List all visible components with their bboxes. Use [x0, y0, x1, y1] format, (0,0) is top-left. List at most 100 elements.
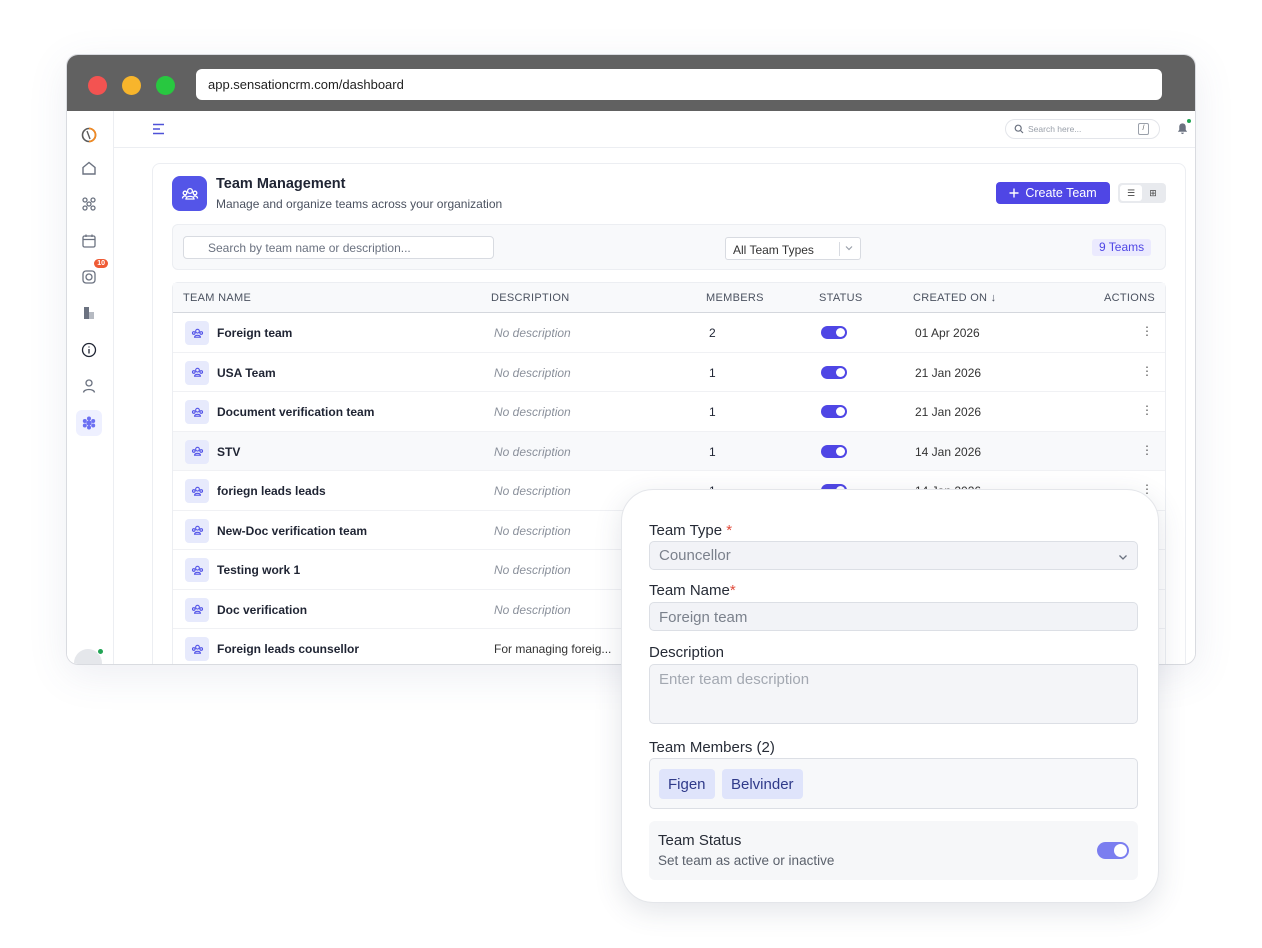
team-name-cell[interactable]: foriegn leads leads	[217, 484, 326, 498]
grid-view-icon[interactable]: ⊞	[1142, 185, 1164, 201]
required-mark: *	[729, 582, 736, 599]
header-created-on[interactable]: CREATED ON ↓	[913, 292, 996, 304]
team-icon	[185, 637, 209, 661]
team-search-input[interactable]: Search by team name or description...	[183, 236, 494, 259]
documents-icon[interactable]	[76, 300, 102, 326]
create-team-button[interactable]: Create Team	[996, 182, 1110, 204]
team-name-cell[interactable]: Document verification team	[217, 405, 374, 419]
close-window-button[interactable]	[88, 76, 107, 95]
status-toggle[interactable]	[821, 326, 847, 339]
team-name-cell[interactable]: New-Doc verification team	[217, 524, 367, 538]
team-status-subtitle: Set team as active or inactive	[658, 853, 835, 868]
team-edit-panel: Team Type * Councellor Team Name* Foreig…	[621, 489, 1159, 903]
global-search-input[interactable]: Search here... /	[1005, 119, 1160, 139]
team-name-cell[interactable]: Testing work 1	[217, 563, 300, 577]
members-cell: 2	[709, 326, 716, 340]
team-type-label-text: Team Type	[649, 522, 723, 539]
members-cell: 1	[709, 444, 716, 459]
status-toggle[interactable]	[821, 444, 847, 458]
team-type-selected: All Team Types	[733, 243, 814, 257]
sort-arrow-icon: ↓	[990, 292, 997, 304]
team-members-field[interactable]: Figen Belvinder	[649, 758, 1138, 809]
required-mark: *	[726, 522, 733, 539]
member-chip[interactable]: Figen	[659, 769, 715, 799]
member-chip[interactable]: Belvinder	[722, 769, 803, 799]
row-actions-icon[interactable]: ⋮	[1141, 443, 1153, 457]
search-icon	[1014, 124, 1024, 134]
filter-bar: Search by team name or description... Al…	[172, 224, 1166, 270]
table-header: TEAM NAME DESCRIPTION MEMBERS STATUS CRE…	[173, 283, 1165, 313]
team-icon	[185, 360, 209, 385]
bell-unread-dot	[1187, 119, 1191, 123]
avatar[interactable]: JD	[74, 648, 104, 665]
info-icon[interactable]	[76, 337, 102, 363]
page-title: Team Management	[216, 176, 346, 192]
team-type-label: Team Type *	[649, 522, 732, 539]
table-row[interactable]: Foreign team No description 2 01 Apr 2026 ⋮	[173, 313, 1165, 353]
header-team-name[interactable]: TEAM NAME	[183, 292, 251, 304]
team-name-cell[interactable]: STV	[217, 445, 240, 459]
team-icon	[185, 597, 209, 622]
status-toggle[interactable]	[821, 405, 847, 418]
team-name-field[interactable]: Foreign team	[649, 602, 1138, 631]
row-actions-icon[interactable]: ⋮	[1141, 324, 1153, 338]
team-icon	[185, 321, 209, 345]
team-name-label-text: Team Name	[649, 582, 730, 599]
team-status-toggle[interactable]	[1097, 842, 1129, 859]
row-actions-icon[interactable]: ⋮	[1141, 364, 1153, 378]
description-cell: No description	[494, 365, 571, 380]
description-cell: No description	[494, 563, 571, 577]
select-divider	[839, 242, 840, 256]
row-actions-icon[interactable]: ⋮	[1141, 403, 1153, 417]
description-cell: No description	[494, 326, 571, 340]
menu-toggle-icon[interactable]	[152, 122, 166, 136]
calendar-icon[interactable]	[76, 228, 102, 254]
maximize-window-button[interactable]	[156, 76, 175, 95]
description-cell: No description	[494, 523, 571, 538]
address-bar[interactable]: app.sensationcrm.com/dashboard	[196, 69, 1162, 100]
team-count-badge: 9 Teams	[1092, 239, 1152, 256]
browser-chrome: app.sensationcrm.com/dashboard	[67, 55, 1195, 111]
table-row[interactable]: USA Team No description 1 21 Jan 2026 ⋮	[173, 353, 1165, 392]
team-status-title: Team Status	[658, 832, 742, 849]
team-icon	[185, 400, 209, 424]
list-view-icon[interactable]: ☰	[1120, 185, 1142, 201]
chevron-down-icon	[1119, 555, 1127, 560]
avatar-initials: JD	[82, 664, 95, 665]
members-cell: 1	[709, 405, 716, 419]
team-type-select[interactable]: All Team Types	[725, 237, 861, 260]
description-field[interactable]: Enter team description	[649, 664, 1138, 724]
description-cell: No description	[494, 405, 571, 419]
team-status-section: Team Status Set team as active or inacti…	[649, 821, 1138, 880]
search-shortcut-key: /	[1138, 123, 1149, 135]
description-cell: No description	[494, 484, 571, 498]
status-toggle[interactable]	[821, 365, 847, 379]
chevron-down-icon	[845, 246, 853, 251]
team-management-icon	[172, 176, 207, 211]
bell-icon[interactable]	[1176, 122, 1189, 135]
table-row[interactable]: STV No description 1 14 Jan 2026 ⋮	[173, 431, 1165, 471]
team-name-cell[interactable]: USA Team	[217, 366, 276, 380]
team-name-cell[interactable]: Doc verification	[217, 603, 307, 617]
notifications-app-icon[interactable]: 10	[76, 259, 108, 290]
table-row[interactable]: Document verification team No description…	[173, 392, 1165, 432]
team-members-label: Team Members (2)	[649, 739, 775, 756]
topbar: Search here... /	[114, 111, 1195, 148]
team-icon	[185, 479, 209, 503]
created-on-cell: 14 Jan 2026	[915, 444, 982, 459]
home-icon[interactable]	[76, 155, 102, 181]
network-icon[interactable]	[76, 191, 102, 217]
team-type-value: Councellor	[659, 547, 731, 564]
members-cell: 1	[709, 365, 716, 380]
minimize-window-button[interactable]	[122, 76, 141, 95]
team-name-cell[interactable]: Foreign team	[217, 326, 292, 340]
description-label: Description	[649, 644, 725, 661]
team-name-cell[interactable]: Foreign leads counsellor	[217, 642, 359, 656]
user-icon[interactable]	[76, 373, 102, 399]
teams-settings-icon[interactable]	[76, 410, 102, 436]
header-actions: ACTIONS	[1104, 292, 1155, 304]
team-type-field[interactable]: Councellor	[649, 541, 1138, 570]
description-cell: No description	[494, 602, 571, 617]
app-logo-icon[interactable]	[76, 122, 102, 148]
online-status-dot	[97, 648, 104, 655]
